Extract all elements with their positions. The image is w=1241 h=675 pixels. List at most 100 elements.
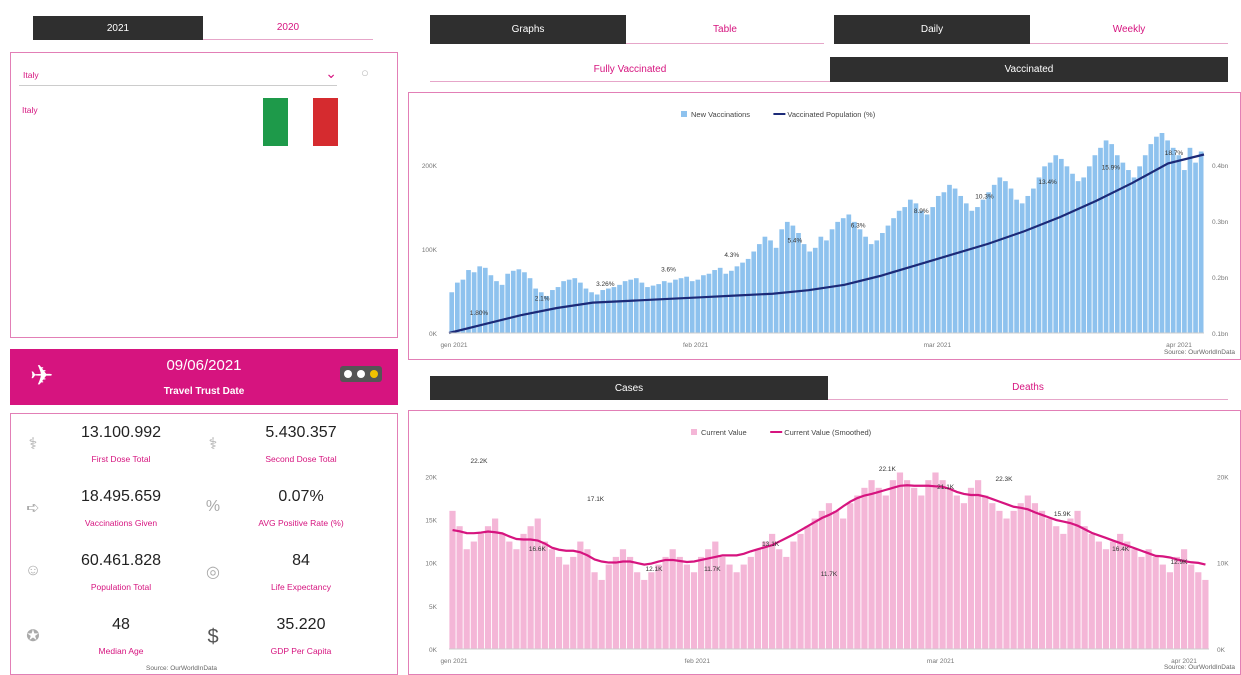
chart-bar: [996, 510, 1003, 649]
chart-bar: [1053, 526, 1060, 649]
tab-table[interactable]: Table: [626, 15, 824, 44]
chart-bar: [932, 472, 939, 649]
chart-bar: [982, 495, 989, 649]
chart-bar: [488, 275, 494, 333]
chart-bar: [1159, 133, 1165, 333]
chart-bar: [1098, 147, 1103, 333]
chart-bar: [522, 272, 527, 333]
chart-bar: [991, 184, 997, 333]
chart-bar: [874, 240, 880, 333]
chart-bar: [779, 229, 785, 333]
tab-year-2020[interactable]: 2020: [203, 16, 373, 40]
chart-bar: [676, 556, 683, 649]
chart-bar: [655, 564, 662, 649]
chart-bar: [705, 549, 712, 649]
chart-bar: [570, 556, 577, 649]
chart-bar: [1109, 144, 1115, 333]
stat-label: Median Age: [98, 646, 144, 656]
x-tick-label: apr 2021: [1166, 342, 1192, 349]
chart-bar: [634, 572, 641, 649]
chart-bar: [891, 218, 896, 333]
chart-bar: [939, 480, 946, 649]
tab-year-2021[interactable]: 2021: [33, 16, 203, 40]
chart-bar: [513, 549, 520, 649]
chart-bar: [1198, 151, 1204, 333]
chart-bar: [889, 480, 896, 649]
vaccination-chart-panel: New Vaccinations Vaccinated Population (%…: [408, 92, 1241, 360]
cases-chart: Current Value Current Value (Smoothed) 0K 5…: [425, 428, 1235, 671]
y-tick-label-right: 20K: [1217, 474, 1229, 481]
country-list-item[interactable]: Italy: [22, 105, 38, 115]
chart-bar: [1086, 166, 1092, 333]
data-label: 3.26%: [596, 281, 615, 288]
chart-bar: [683, 564, 690, 649]
chart-bar: [717, 267, 723, 333]
chart-bar: [1070, 173, 1075, 333]
chart-bar: [626, 556, 634, 649]
chart-bar: [1193, 162, 1198, 333]
chart-bar: [818, 236, 824, 333]
chart-bar: [1145, 549, 1152, 649]
data-label: 1.80%: [470, 310, 489, 317]
data-label: 13.4%: [1038, 179, 1057, 186]
data-label: 15.9%: [1102, 165, 1121, 172]
chart-bar: [773, 247, 779, 333]
tab-graphs[interactable]: Graphs: [430, 15, 626, 44]
data-label: 10.3%: [975, 194, 994, 201]
tab-fully-vaccinated[interactable]: Fully Vaccinated: [430, 57, 830, 82]
x-tick-label: feb 2021: [685, 658, 711, 665]
chart-bar: [1019, 203, 1025, 333]
y-tick-label: 0K: [429, 647, 438, 654]
chart-bar: [740, 564, 747, 649]
chart-bar: [729, 270, 734, 333]
chart-bar: [611, 287, 617, 333]
source-note: Source: OurWorldInData: [146, 665, 218, 672]
chart-bar: [967, 487, 975, 649]
chart-bar: [1152, 556, 1159, 649]
chart-bar: [925, 480, 932, 649]
data-label: 22.2K: [471, 458, 489, 465]
chart-bar: [510, 270, 516, 333]
eraser-icon[interactable]: ○: [361, 65, 369, 80]
data-label: 2.1%: [535, 295, 550, 302]
chart-bar: [706, 273, 712, 333]
chart-bar: [591, 572, 598, 649]
data-label: 11.7K: [704, 566, 721, 573]
country-panel: Italy ⌄ ○ Italy: [10, 52, 398, 338]
data-label: 11.7K: [821, 571, 838, 578]
country-dropdown[interactable]: Italy ⌄: [19, 65, 337, 86]
chart-bar: [494, 281, 499, 333]
data-label: 21.1K: [937, 484, 955, 491]
stat-value: 35.220: [276, 616, 326, 633]
tab-cases[interactable]: Cases: [430, 376, 828, 400]
x-tick-label: gen 2021: [440, 658, 467, 665]
tab-daily[interactable]: Daily: [834, 15, 1030, 44]
tab-deaths[interactable]: Deaths: [828, 376, 1228, 400]
y-tick-label: 200K: [422, 163, 438, 170]
chart-bar: [734, 266, 740, 333]
stat-label: GDP Per Capita: [270, 646, 332, 656]
chart-bar: [958, 195, 964, 333]
country-dropdown-value: Italy: [23, 70, 39, 80]
chart-bar: [645, 287, 650, 333]
chart-bar: [534, 518, 541, 649]
chart-bar: [1075, 181, 1081, 333]
chart-bar: [1176, 155, 1182, 333]
chart-bar: [499, 284, 505, 333]
chart-bar: [1182, 170, 1187, 333]
chart-bar: [1008, 188, 1014, 333]
chart-bar: [612, 556, 619, 649]
chart-bar: [1165, 140, 1170, 333]
chart-bar: [605, 564, 612, 649]
tab-weekly[interactable]: Weekly: [1030, 15, 1228, 44]
tab-vaccinated[interactable]: Vaccinated: [830, 57, 1228, 82]
chart-bar: [776, 549, 783, 649]
chart-bar: [1202, 579, 1209, 649]
chart-bar: [747, 556, 754, 649]
chart-bar: [1166, 572, 1173, 649]
chart-bar: [555, 556, 563, 649]
stat-value: 60.461.828: [80, 552, 162, 569]
traffic-light-icon[interactable]: [340, 366, 382, 382]
syringe-person-icon: ⚕: [208, 436, 218, 453]
chart-bar: [952, 188, 958, 333]
